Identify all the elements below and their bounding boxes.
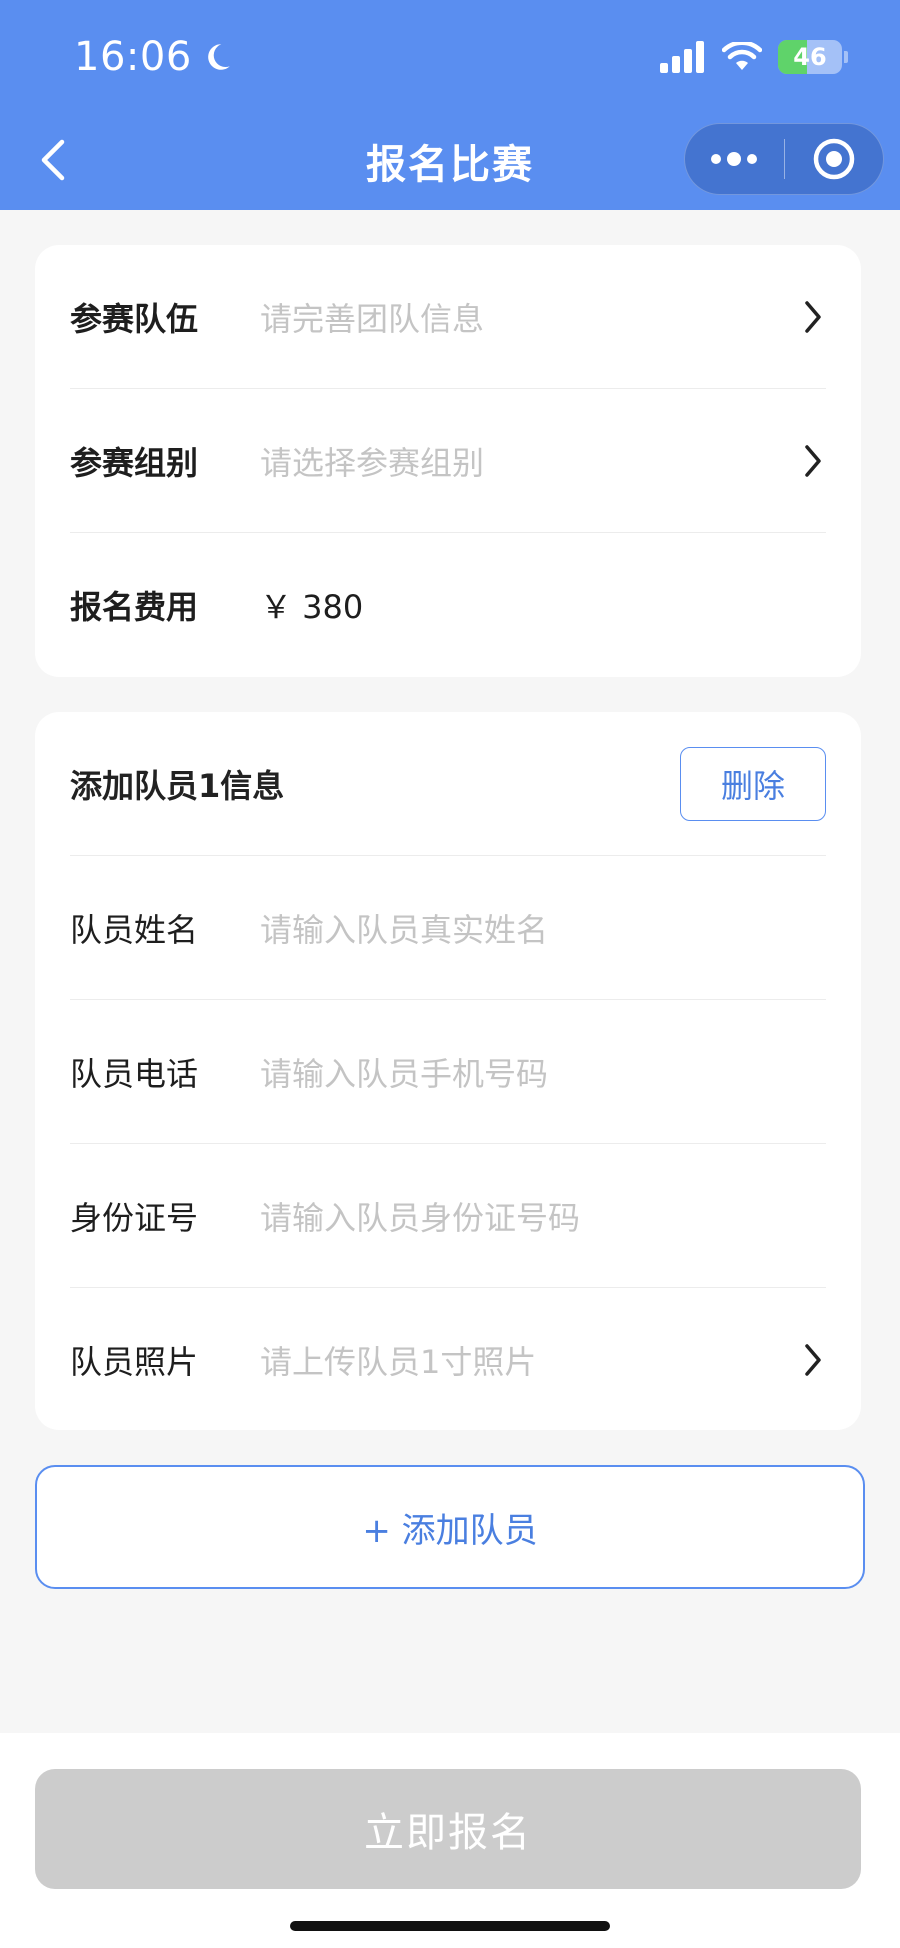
member-id-row[interactable]: 身份证号 请输入队员身份证号码 xyxy=(70,1144,826,1288)
delete-member-button[interactable]: 删除 xyxy=(680,747,826,821)
mini-program-capsule xyxy=(684,123,884,195)
member-photo-placeholder: 请上传队员1寸照片 xyxy=(260,1343,537,1381)
group-row[interactable]: 参赛组别 请选择参赛组别 xyxy=(70,389,826,533)
status-icons: 46 xyxy=(660,40,848,74)
member-name-input[interactable]: 请输入队员真实姓名 xyxy=(260,905,826,951)
moon-icon xyxy=(207,44,230,70)
member-photo-row[interactable]: 队员照片 请上传队员1寸照片 xyxy=(70,1288,826,1432)
signal-icon xyxy=(660,41,704,73)
member-id-input[interactable]: 请输入队员身份证号码 xyxy=(260,1193,826,1239)
more-button[interactable] xyxy=(685,123,784,195)
team-label: 参赛队伍 xyxy=(70,300,199,338)
member-section-title: 添加队员1信息 xyxy=(70,767,285,805)
chevron-right-icon xyxy=(805,1344,821,1376)
member-phone-input[interactable]: 请输入队员手机号码 xyxy=(260,1049,826,1095)
fee-row: 报名费用 ￥ 380 xyxy=(70,533,826,677)
member-name-label: 队员姓名 xyxy=(70,911,199,949)
member-header-row: 添加队员1信息 删除 xyxy=(70,712,826,856)
add-member-button[interactable]: + 添加队员 xyxy=(35,1465,865,1589)
chevron-right-icon xyxy=(805,445,821,477)
fee-label: 报名费用 xyxy=(70,588,199,626)
member-name-row[interactable]: 队员姓名 请输入队员真实姓名 xyxy=(70,856,826,1000)
group-label: 参赛组别 xyxy=(70,444,199,482)
more-dots-icon xyxy=(711,152,758,166)
battery-tip xyxy=(844,51,848,63)
chevron-right-icon xyxy=(805,301,821,333)
home-indicator xyxy=(290,1921,610,1931)
submit-registration-button[interactable]: 立即报名 xyxy=(35,1769,861,1889)
member-photo-label: 队员照片 xyxy=(70,1343,199,1381)
team-info-card: 参赛队伍 请完善团队信息 参赛组别 请选择参赛组别 报名费用 ￥ 380 xyxy=(35,245,861,677)
fee-value: ￥ 380 xyxy=(260,588,364,626)
header-bar: 16:06 46 报名比赛 xyxy=(0,0,900,210)
target-circle-icon xyxy=(813,138,854,180)
wifi-icon xyxy=(722,42,762,70)
status-bar-time: 16:06 xyxy=(74,34,234,80)
footer-bar: 立即报名 xyxy=(0,1733,900,1948)
battery-indicator: 46 xyxy=(778,40,842,74)
team-placeholder: 请完善团队信息 xyxy=(260,300,485,338)
close-miniprogram-button[interactable] xyxy=(784,123,883,195)
member-phone-label: 队员电话 xyxy=(70,1055,199,1093)
group-placeholder: 请选择参赛组别 xyxy=(260,444,485,482)
member-id-label: 身份证号 xyxy=(70,1199,199,1237)
team-row[interactable]: 参赛队伍 请完善团队信息 xyxy=(70,245,826,389)
member-phone-row[interactable]: 队员电话 请输入队员手机号码 xyxy=(70,1000,826,1144)
member-info-card: 添加队员1信息 删除 队员姓名 请输入队员真实姓名 队员电话 请输入队员手机号码… xyxy=(35,712,861,1430)
